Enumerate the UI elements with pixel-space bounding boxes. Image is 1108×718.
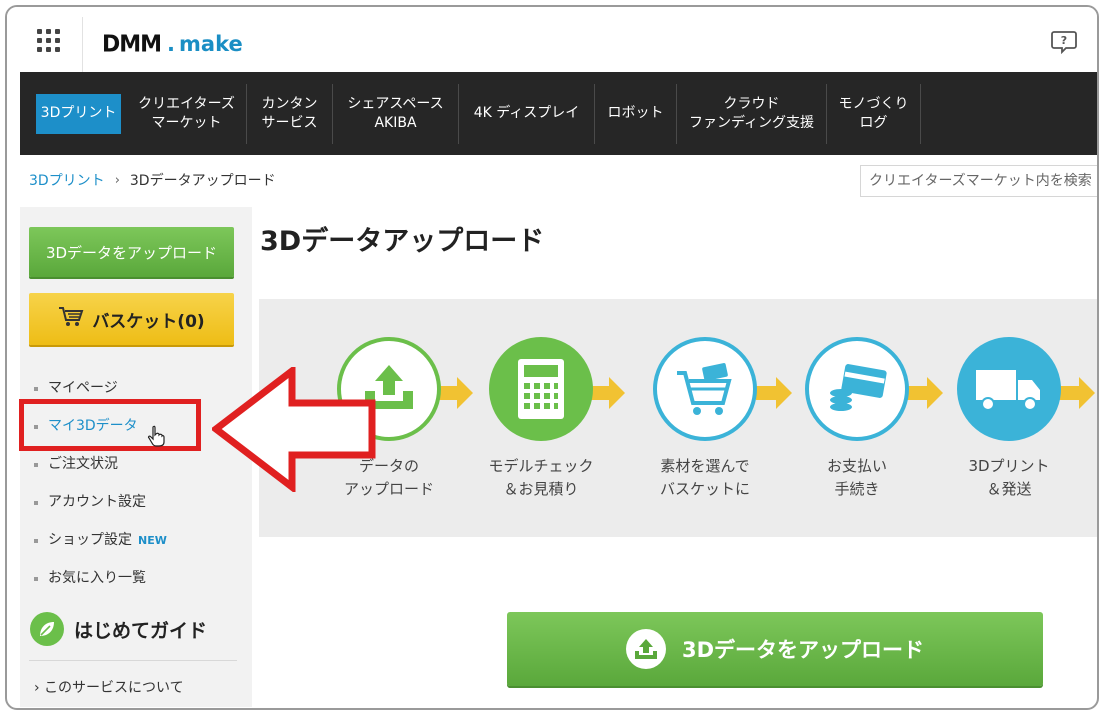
beginner-guide-heading[interactable]: はじめてガイド bbox=[30, 612, 207, 646]
hand-cursor-icon bbox=[148, 425, 165, 447]
logo-sub-text: make bbox=[179, 32, 243, 56]
calculator-icon bbox=[489, 337, 593, 441]
step-payment-label: お支払い 手続き bbox=[826, 457, 887, 498]
cart-icon bbox=[58, 306, 84, 333]
dmm-make-logo[interactable]: DMM . make bbox=[102, 29, 243, 59]
nav-item-easy-service[interactable]: カンタン サービス bbox=[247, 83, 333, 144]
sidebar-item-account-settings[interactable]: アカウント設定 bbox=[34, 483, 167, 521]
step-arrow-head bbox=[927, 377, 943, 409]
step-arrow-head bbox=[457, 377, 473, 409]
breadcrumb-current: 3Dデータアップロード bbox=[129, 173, 276, 189]
guide-divider bbox=[29, 660, 237, 661]
breadcrumb-home-link[interactable]: 3Dプリント bbox=[29, 170, 105, 190]
nav-item-monozukuri-log[interactable]: モノづくり ログ bbox=[827, 83, 921, 144]
main-upload-label: 3Dデータをアップロード bbox=[681, 638, 925, 662]
svg-text:?: ? bbox=[1061, 34, 1067, 47]
step-arrow-head bbox=[1079, 377, 1095, 409]
nav-item-share-space[interactable]: シェアスペース AKIBA bbox=[333, 83, 459, 144]
main-nav: 3Dプリント クリエイターズ マーケット カンタン サービス シェアスペース A… bbox=[20, 72, 1097, 155]
breadcrumb-separator: › bbox=[114, 172, 120, 188]
new-badge: NEW bbox=[138, 534, 167, 547]
help-chat-icon[interactable]: ? bbox=[1051, 30, 1077, 55]
shopping-cart-icon bbox=[653, 337, 757, 441]
sidebar-item-shop-settings[interactable]: ショップ設定 NEW bbox=[34, 521, 167, 559]
nav-item-3d-print[interactable]: 3Dプリント bbox=[36, 93, 121, 134]
guide-title: はじめてガイド bbox=[74, 619, 208, 642]
annotation-arrow-icon bbox=[212, 367, 376, 492]
top-header: DMM . make ? bbox=[7, 7, 1097, 75]
step-payment: お支払い 手続き bbox=[801, 337, 913, 501]
payment-card-icon bbox=[805, 337, 909, 441]
sidebar-item-favorites[interactable]: お気に入り一覧 bbox=[34, 559, 167, 597]
delivery-truck-icon bbox=[957, 337, 1061, 441]
step-select-material: 素材を選んで バスケットに bbox=[649, 337, 761, 501]
basket-label: バスケット(0) bbox=[92, 311, 205, 332]
leaf-icon bbox=[30, 612, 64, 646]
upload-steps-panel: データの アップロード モデルチェック ＆お見積り 素材を選んで バスケットに … bbox=[259, 299, 1097, 537]
nav-item-robot[interactable]: ロボット bbox=[595, 83, 677, 144]
nav-item-4k-display[interactable]: 4K ディスプレイ bbox=[459, 83, 595, 144]
highlight-box bbox=[19, 399, 201, 451]
sidebar-upload-button[interactable]: 3Dデータをアップロード bbox=[29, 227, 234, 277]
step-select-material-label: 素材を選んで バスケットに bbox=[659, 457, 750, 498]
main-upload-button[interactable]: 3Dデータをアップロード bbox=[507, 612, 1043, 686]
step-arrow-head bbox=[776, 377, 792, 409]
about-service-link[interactable]: › このサービスについて bbox=[34, 677, 184, 697]
page-title: 3Dデータアップロード bbox=[260, 226, 545, 257]
search-input[interactable] bbox=[860, 165, 1097, 197]
nav-item-creators-market[interactable]: クリエイターズ マーケット bbox=[127, 83, 247, 144]
logo-main-text: DMM bbox=[102, 30, 162, 58]
step-print-ship: 3Dプリント ＆発送 bbox=[953, 337, 1065, 501]
header-divider bbox=[82, 17, 83, 72]
nav-item-crowdfunding[interactable]: クラウド ファンディング支援 bbox=[677, 83, 827, 144]
step-model-check: モデルチェック ＆お見積り bbox=[485, 337, 597, 501]
basket-button[interactable]: バスケット(0) bbox=[29, 293, 234, 345]
step-arrow-head bbox=[609, 377, 625, 409]
step-print-ship-label: 3Dプリント ＆発送 bbox=[968, 457, 1050, 498]
step-model-check-label: モデルチェック ＆お見積り bbox=[488, 457, 594, 498]
breadcrumb: 3Dプリント › 3Dデータアップロード bbox=[29, 170, 276, 190]
shop-settings-label: ショップ設定 bbox=[48, 532, 132, 548]
screenshot-frame: DMM . make ? 3Dプリント クリエイターズ マーケット カンタン サ… bbox=[5, 5, 1099, 710]
upload-icon bbox=[625, 629, 666, 669]
logo-dot: . bbox=[167, 32, 176, 56]
content-spacer bbox=[259, 537, 1097, 575]
apps-grid-icon[interactable] bbox=[37, 29, 63, 55]
